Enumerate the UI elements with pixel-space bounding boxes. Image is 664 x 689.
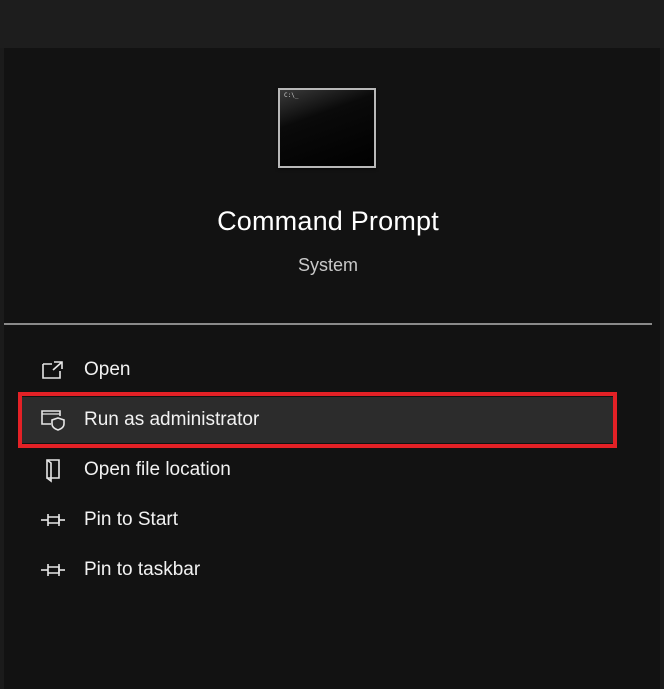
pin-icon [38, 557, 68, 583]
context-panel: C:\_ Command Prompt System Open Run as a… [4, 48, 660, 689]
app-subtitle: System [297, 255, 358, 275]
menu-item-label: Open [84, 359, 131, 380]
menu-item-label: Run as administrator [84, 409, 260, 430]
app-title: Command Prompt [217, 206, 439, 236]
file-location-icon [38, 457, 68, 483]
menu-item-pin-to-start[interactable]: Pin to Start [18, 497, 614, 543]
prompt-glyph: C:\_ [284, 92, 299, 99]
shield-window-icon [38, 407, 68, 433]
top-strip [0, 0, 664, 48]
menu-item-open-file-location[interactable]: Open file location [18, 447, 614, 493]
menu-item-pin-to-taskbar[interactable]: Pin to taskbar [18, 547, 614, 593]
menu-item-label: Pin to Start [84, 509, 178, 530]
menu-item-open[interactable]: Open [18, 347, 614, 393]
divider [4, 323, 652, 325]
command-prompt-icon: C:\_ [278, 88, 376, 168]
menu-item-label: Open file location [84, 459, 231, 480]
menu-item-run-as-administrator[interactable]: Run as administrator [18, 397, 614, 443]
pin-icon [38, 507, 68, 533]
menu-item-label: Pin to taskbar [84, 559, 201, 580]
open-external-icon [38, 357, 68, 383]
